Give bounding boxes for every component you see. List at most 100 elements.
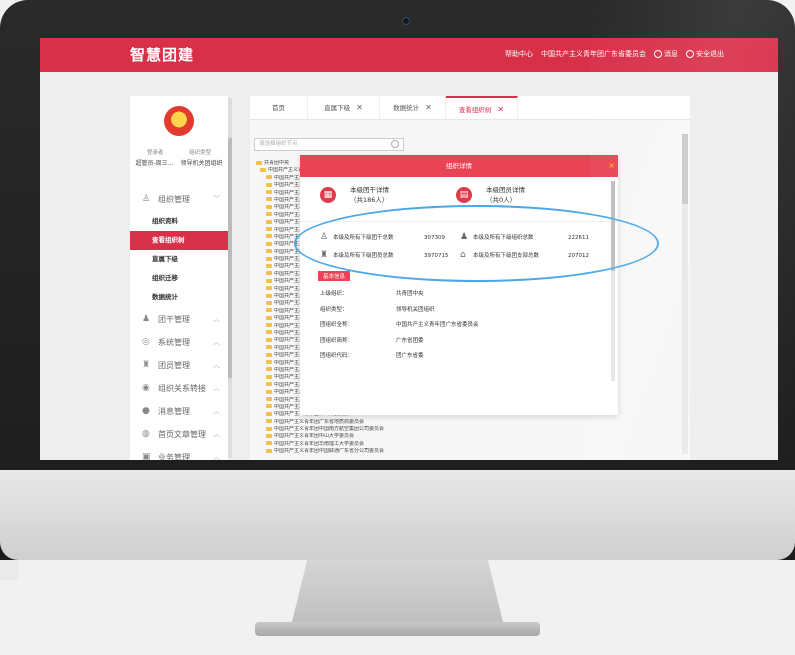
group-icon: ♜ [320,250,329,260]
tree-node[interactable]: 中国共产主义青年团中国南方航空集团公司委员会 [256,426,416,433]
info-row: 团组织代码： 团广东省委 [320,353,424,359]
monitor-stand [290,560,505,630]
top-bar: 智慧团建 帮助中心 中国共产主义青年团广东省委员会 消息 安全退出 [40,38,778,72]
folder-icon [266,345,272,350]
folder-icon [266,352,272,357]
sidebar-group-message[interactable]: ● 消息管理 ︿ [130,400,228,422]
folder-icon [266,190,272,195]
folder-icon [266,278,272,283]
folder-icon [266,182,272,187]
folder-icon [266,234,272,239]
business-icon: ▣ [142,451,151,460]
sidebar-group-transfer[interactable]: ◉ 组织关系转接 ︿ [130,377,228,399]
article-icon: ◍ [142,428,150,439]
folder-icon [260,167,266,172]
modal-scrollbar[interactable] [611,181,615,381]
info-row: 上级组织： 共青团中央 [320,291,424,297]
org-search-input[interactable]: 请选择组织节点 [254,138,404,151]
close-icon[interactable]: × [608,155,615,177]
close-icon[interactable]: ✕ [356,103,363,112]
folder-icon [266,389,272,394]
sidebar-item-direct-sub[interactable]: 直属下级 [130,250,228,269]
sidebar-scrollbar[interactable] [228,98,232,458]
stat-org-total-value: 222611 [568,235,589,241]
sidebar-group-system[interactable]: ◎ 系统管理 ︿ [130,331,228,353]
building-icon: ⌂ [460,250,466,260]
sidebar-group-org[interactable]: ♙ 组织管理 ﹀ [130,188,228,210]
folder-icon [266,308,272,313]
stat-member-total-value: 3970715 [424,253,449,259]
folder-icon [266,241,272,246]
tab-org-tree[interactable]: 查看组织树 ✕ [446,96,518,120]
folder-icon [266,315,272,320]
tab-stats[interactable]: 数据统计 ✕ [380,96,446,120]
info-row: 团组织简称： 广东省团委 [320,337,424,344]
cadre-detail-link[interactable]: 本级团干详情 （共186人） [350,185,389,205]
tree-node[interactable]: 中国共产主义青年团中国联通广东省分公司委员会 [256,448,416,455]
app-logo: 智慧团建 [130,46,195,64]
document-icon: ▤ [456,187,472,203]
close-icon[interactable]: ✕ [497,105,504,114]
search-icon[interactable] [391,140,399,148]
chevron-down-icon: ﹀ [213,195,220,203]
folder-icon [266,271,272,276]
chevron-up-icon: ︿ [213,361,220,369]
chevron-up-icon: ︿ [213,384,220,392]
stat-org-total: ♟ 本级及所有下级组织总数 [460,232,534,242]
sidebar-group-cadre[interactable]: ♟ 团干管理 ︿ [130,308,228,330]
chevron-up-icon: ︿ [213,315,220,323]
stat-branch-total-value: 207012 [568,253,589,259]
folder-icon [266,219,272,224]
help-link[interactable]: 帮助中心 [505,49,533,59]
system-icon: ◎ [142,336,150,347]
org-icon: ♙ [142,193,151,204]
info-row: 团组织全称： 中国共产主义青年团广东省委员会 [320,322,479,328]
tree-node[interactable]: 中国共产主义青年团中山大学委员会 [256,433,416,440]
cadre-icon: ♟ [142,313,151,324]
close-icon[interactable]: ✕ [425,103,432,112]
folder-icon [266,256,272,261]
folder-icon [266,404,272,409]
people-icon: ♟ [460,232,469,242]
summary-row: ▦ 本级团干详情 （共186人） ▤ 本级团员详情 （共0人） [320,185,600,215]
folder-icon [266,360,272,365]
sidebar: 登录者 组织类型 超管员-周三... 领导机关团组织 ♙ 组织管理 ﹀ 组织资料 查… [130,96,228,460]
sidebar-group-member[interactable]: ♜ 团员管理 ︿ [130,354,228,376]
folder-icon [266,227,272,232]
folder-icon [266,249,272,254]
league-emblem-icon [164,106,194,136]
folder-icon [266,448,272,453]
stat-cadre-total: ♙ 本级及所有下级团干总数 [320,232,394,242]
member-icon: ♜ [142,359,151,370]
chevron-up-icon: ︿ [213,407,220,415]
member-detail-link[interactable]: 本级团员详情 （共0人） [486,185,525,205]
tree-node[interactable]: 中国共产主义青年团华南理工大学委员会 [256,441,416,448]
top-nav: 帮助中心 中国共产主义青年团广东省委员会 消息 安全退出 [505,49,724,59]
folder-icon [266,397,272,401]
folder-icon [266,426,272,431]
sidebar-item-stats[interactable]: 数据统计 [130,288,228,307]
folder-icon [266,323,272,328]
tree-node[interactable]: 中国共产主义青年团广东省地质局委员会 [256,419,416,426]
basic-info-tag: 基本信息 [318,271,351,281]
messages-link[interactable]: 消息 [654,49,678,59]
tab-direct-sub[interactable]: 直属下级 ✕ [308,96,380,120]
sidebar-item-org-tree[interactable]: 查看组织树 [130,231,228,250]
main-scrollbar[interactable] [682,134,688,454]
folder-icon [266,337,272,342]
sidebar-item-org-info[interactable]: 组织资料 [130,212,228,231]
folder-icon [266,441,272,446]
chevron-up-icon: ︿ [213,453,220,460]
logout-link[interactable]: 安全退出 [686,49,724,59]
transfer-icon: ◉ [142,382,150,393]
tab-home[interactable]: 首页 [250,96,308,120]
sidebar-group-business[interactable]: ▣ 业务管理 ︿ [130,446,228,460]
sidebar-group-article[interactable]: ◍ 首页文章管理 ︿ [130,423,228,445]
webcam-icon [402,17,410,25]
user-labels: 登录者 组织类型 [146,150,212,156]
folder-icon [266,382,272,387]
folder-icon [266,374,272,379]
message-bubble-icon [654,50,662,58]
sidebar-item-org-migrate[interactable]: 组织迁移 [130,269,228,288]
folder-icon [266,367,272,372]
